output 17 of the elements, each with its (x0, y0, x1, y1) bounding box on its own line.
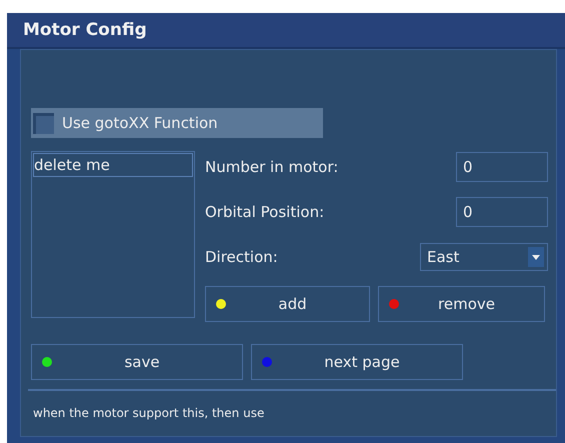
list-item[interactable]: delete me (33, 153, 193, 177)
dropdown[interactable]: East (420, 243, 548, 271)
checkbox-label: Use gotoXX Function (62, 114, 218, 132)
action-button[interactable]: save (31, 344, 243, 380)
checkbox-row[interactable]: Use gotoXX Function (31, 108, 323, 138)
field-label: Number in motor: (205, 158, 338, 176)
status-bar: when the motor support this, then use (28, 389, 556, 435)
action-button[interactable]: next page (251, 344, 463, 380)
input-field[interactable]: 0 (456, 152, 548, 182)
field-label: Orbital Position: (205, 203, 324, 221)
window-title: Motor Config (7, 13, 565, 49)
field-label: Direction: (205, 248, 278, 266)
checkbox[interactable] (33, 112, 54, 134)
input-field[interactable]: 0 (456, 197, 548, 227)
action-button[interactable]: add (205, 286, 370, 322)
caret-icon (528, 247, 544, 267)
action-button[interactable]: remove (378, 286, 545, 322)
